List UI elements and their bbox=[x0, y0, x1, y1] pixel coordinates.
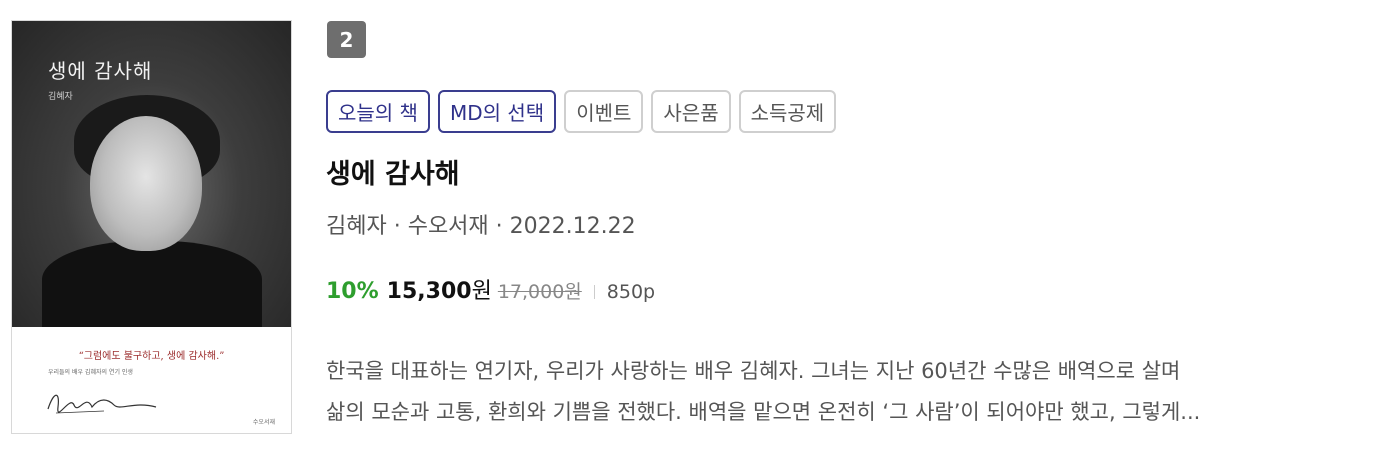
book-title-link[interactable]: 생에 감사해 bbox=[326, 152, 460, 191]
description-line: 삶의 모순과 고통, 환희와 기쁨을 전했다. 배역을 맡으면 온전히 ‘그 사… bbox=[326, 400, 1201, 424]
description-line: 한국을 대표하는 연기자, 우리가 사랑하는 배우 김혜자. 그녀는 지난 60… bbox=[326, 359, 1181, 383]
currency-unit: 원 bbox=[471, 279, 492, 304]
sale-price: 15,300 bbox=[386, 279, 472, 304]
cover-quote: “그럼에도 불구하고, 생에 감사해.” bbox=[78, 351, 225, 362]
tag-tax-deduction[interactable]: 소득공제 bbox=[738, 90, 837, 133]
tag-event[interactable]: 이벤트 bbox=[564, 90, 644, 133]
cover-publisher: 수오서재 bbox=[252, 419, 275, 426]
tag-gift[interactable]: 사은품 bbox=[651, 90, 731, 133]
page-count: 850p bbox=[606, 281, 656, 303]
cover-portrait-body bbox=[42, 241, 262, 327]
rank-badge: 2 bbox=[327, 21, 366, 58]
cover-author: 김혜자 bbox=[48, 92, 73, 102]
price-row: 10% 15,300 원 17,000원 850p bbox=[326, 273, 655, 309]
tag-md-choice[interactable]: MD의 선택 bbox=[437, 90, 557, 133]
tag-list: 오늘의 책 MD의 선택 이벤트 사은품 소득공제 bbox=[326, 90, 844, 133]
cover-subtitle: 우리들의 배우 김혜자의 연기 인생 bbox=[48, 369, 133, 376]
cover-title: 생에 감사해 bbox=[48, 59, 153, 83]
divider bbox=[593, 285, 595, 299]
book-meta: 김혜자 · 수오서재 · 2022.12.22 bbox=[326, 214, 636, 239]
cover-photo: 생에 감사해 김혜자 bbox=[12, 21, 291, 327]
book-description[interactable]: 한국을 대표하는 연기자, 우리가 사랑하는 배우 김혜자. 그녀는 지난 60… bbox=[326, 351, 1356, 433]
discount-rate: 10% bbox=[326, 279, 379, 304]
book-cover-image[interactable]: 생에 감사해 김혜자 “그럼에도 불구하고, 생에 감사해.” 우리들의 배우 … bbox=[11, 20, 292, 434]
cover-portrait-face bbox=[90, 116, 202, 251]
tag-todays-book[interactable]: 오늘의 책 bbox=[326, 90, 430, 133]
original-price: 17,000원 bbox=[497, 281, 582, 303]
signature-icon bbox=[47, 394, 157, 414]
